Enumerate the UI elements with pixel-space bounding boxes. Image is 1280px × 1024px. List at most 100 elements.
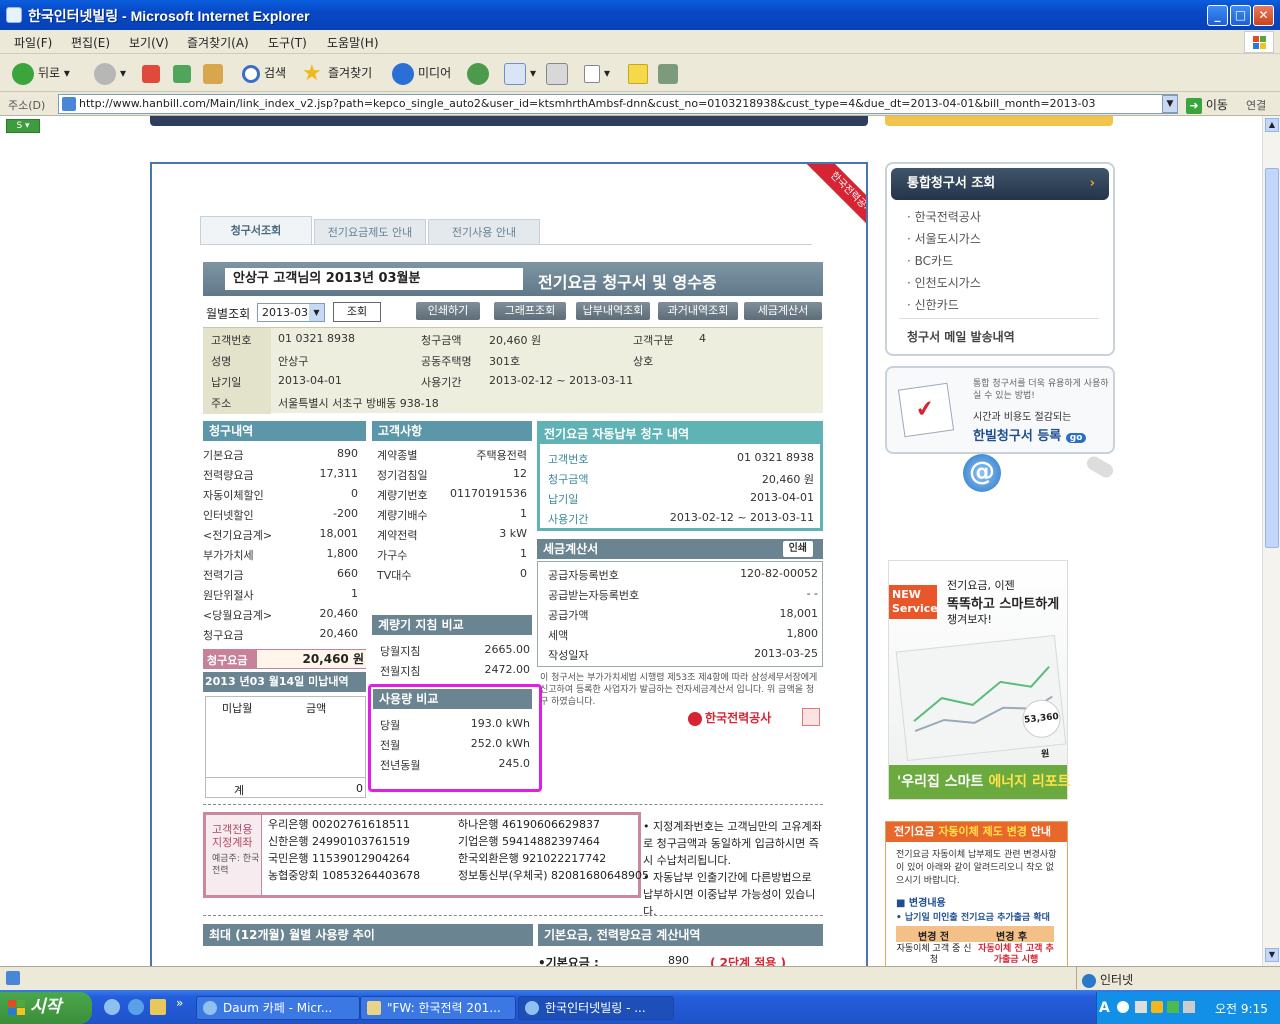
promo-cta[interactable]: 한빌청구서 등록 go (973, 425, 1087, 444)
tray-arrow-icon[interactable] (1117, 1001, 1129, 1013)
document-title: 전기요금 청구서 및 영수증 (538, 273, 717, 292)
address-input[interactable]: http://www.hanbill.com/Main/link_index_v… (58, 94, 1178, 114)
meter-label: 전월지침 (380, 665, 421, 678)
cust-type-label: 고객구분 (633, 334, 674, 347)
page-status-icon (6, 971, 20, 985)
task-hanbill[interactable]: 한국인터넷빌링 - ... (518, 996, 674, 1020)
refresh-button[interactable] (173, 62, 195, 84)
bank-account: 정보통신부(우체국) 82081680648905 (458, 869, 650, 882)
sidebar-item-kepco[interactable]: · 한국전력공사 (907, 208, 981, 225)
back-arrow-icon (12, 62, 34, 85)
tray-app-icon[interactable] (1151, 1001, 1163, 1013)
tax-print-button[interactable]: 인쇄 (782, 541, 813, 557)
charge-row: 부가가치세 1,800 (203, 544, 366, 564)
scroll-thumb[interactable] (1265, 168, 1279, 548)
edit-button[interactable]: ▾ (584, 62, 610, 84)
discuss-button[interactable] (628, 62, 652, 84)
smart-energy-ad[interactable]: NEW Service 전기요금, 이젠 똑똑하고 스마트하게 챙겨보자! 53… (888, 560, 1075, 800)
search-button[interactable]: 검색 (242, 62, 286, 84)
scroll-down-button[interactable]: ▼ (1265, 948, 1279, 962)
sidebar-item-shinhan-card[interactable]: · 신한카드 (907, 296, 959, 313)
minimize-button[interactable]: _ (1207, 5, 1228, 26)
tab-rate-system[interactable]: 전기요금제도 안내 (314, 219, 426, 244)
system-tray: A 오전 9:15 (1096, 992, 1280, 1024)
task-daum-cafe[interactable]: Daum 카페 - Micr... (196, 996, 360, 1020)
tray-volume-icon[interactable] (1183, 1001, 1195, 1013)
messenger-button[interactable] (658, 62, 682, 84)
menu-edit[interactable]: 편집(E) (71, 34, 110, 51)
charge-label: 청구요금 (203, 629, 244, 642)
usage-value: 193.0 kWh (470, 717, 530, 730)
quicklaunch-folder-icon[interactable] (150, 999, 166, 1015)
tax-invoice-button[interactable]: 세금계산서 (744, 302, 822, 320)
charge-label: <당월요금계> (203, 609, 273, 622)
promo-go-badge: go (1065, 433, 1087, 443)
payment-history-button[interactable]: 납부내역조회 (576, 302, 650, 320)
scroll-up-button[interactable]: ▲ (1265, 118, 1279, 132)
back-button[interactable]: 뒤로 ▾ (12, 62, 70, 85)
media-button[interactable]: 미디어 (392, 62, 451, 85)
address-dropdown-button[interactable]: ▼ (1162, 95, 1178, 113)
customer-row: 계량기번호 01170191536 (377, 484, 532, 504)
go-button[interactable]: ➜ 이동 (1186, 96, 1228, 114)
start-button[interactable]: 시작 (0, 992, 92, 1024)
charge-label: 자동이체할인 (203, 489, 264, 502)
maximize-button[interactable]: □ (1230, 5, 1251, 26)
windows-logo-icon (1244, 31, 1274, 53)
promo-line2: 시간과 비용도 절감되는 (973, 412, 1072, 423)
menu-view[interactable]: 보기(V) (129, 34, 169, 51)
charge-value: -200 (333, 507, 358, 520)
integrated-bill-header[interactable]: 통합청구서 조회 › (891, 168, 1109, 200)
windows-flag-icon (8, 1000, 26, 1016)
forward-button[interactable]: ▾ (94, 62, 126, 85)
print-page-button[interactable]: 인쇄하기 (416, 302, 480, 320)
month-select[interactable]: 2013-03 ▼ (257, 303, 325, 322)
globe-icon (1082, 973, 1096, 988)
autopay-row: 고객번호 01 0321 8938 (548, 448, 814, 468)
ime-icon[interactable]: A (1099, 1000, 1110, 1016)
links-label[interactable]: 연결 (1246, 97, 1266, 113)
document-icon: ✔ (897, 382, 955, 438)
query-button[interactable]: 조회 (333, 302, 381, 322)
favorites-button[interactable]: ★ 즐겨찾기 (302, 62, 372, 84)
autopay-label: 청구금액 (548, 473, 589, 486)
page-icon (62, 97, 76, 111)
bank-account: 하나은행 46190606629837 (458, 818, 600, 831)
home-button[interactable] (203, 62, 227, 84)
print-button[interactable] (546, 62, 572, 85)
bank-title: 고객전용 지정계좌 (212, 823, 253, 849)
past-history-button[interactable]: 과거내역조회 (658, 302, 738, 320)
charge-row: 자동이체할인 0 (203, 484, 366, 504)
usage-value: 245.0 (498, 757, 531, 770)
graph-button[interactable]: 그래프조회 (494, 302, 566, 320)
quicklaunch-browser-icon[interactable] (128, 999, 144, 1015)
vertical-scrollbar[interactable]: ▲ ▼ (1262, 116, 1280, 966)
menu-favorites[interactable]: 즐겨찾기(A) (187, 34, 249, 51)
stop-button[interactable] (142, 62, 164, 84)
close-button[interactable]: ✕ (1253, 5, 1274, 26)
period-label: 사용기간 (421, 376, 462, 389)
tab-usage-guide[interactable]: 전기사용 안내 (428, 219, 540, 244)
tray-security-icon[interactable] (1167, 1001, 1179, 1013)
mail-history-link[interactable]: 청구서 메일 발송내역 (907, 328, 1015, 345)
history-button[interactable] (467, 62, 493, 85)
sidebar-item-incheon-gas[interactable]: · 인천도시가스 (907, 274, 981, 291)
toolbar-widget-icon[interactable]: S ▾ (6, 119, 40, 133)
meter-value: 2472.00 (484, 663, 531, 676)
tab-bill[interactable]: 청구서조회 (200, 216, 312, 244)
bank-title-cell: 고객전용 지정계좌 예금주: 한국전력 (206, 815, 262, 895)
sidebar-item-seoul-gas[interactable]: · 서울도시가스 (907, 230, 981, 247)
bank-account: 기업은행 59414882397464 (458, 835, 600, 848)
menu-file[interactable]: 파일(F) (14, 34, 52, 51)
mail-button[interactable]: ▾ (504, 62, 536, 85)
task-email[interactable]: "FW: 한국전력 201... (360, 996, 516, 1020)
sidebar-item-bc-card[interactable]: · BC카드 (907, 252, 953, 269)
tray-network-icon[interactable] (1135, 1001, 1147, 1013)
name-value: 안상구 (278, 355, 309, 368)
menu-help[interactable]: 도움말(H) (327, 34, 379, 51)
menu-tools[interactable]: 도구(T) (268, 34, 307, 51)
autopay-value: 20,460 원 (761, 473, 814, 486)
customer-value: 1 (520, 507, 527, 520)
quicklaunch-expand-icon[interactable]: » (176, 996, 183, 1010)
quicklaunch-ie-icon[interactable] (104, 999, 120, 1015)
